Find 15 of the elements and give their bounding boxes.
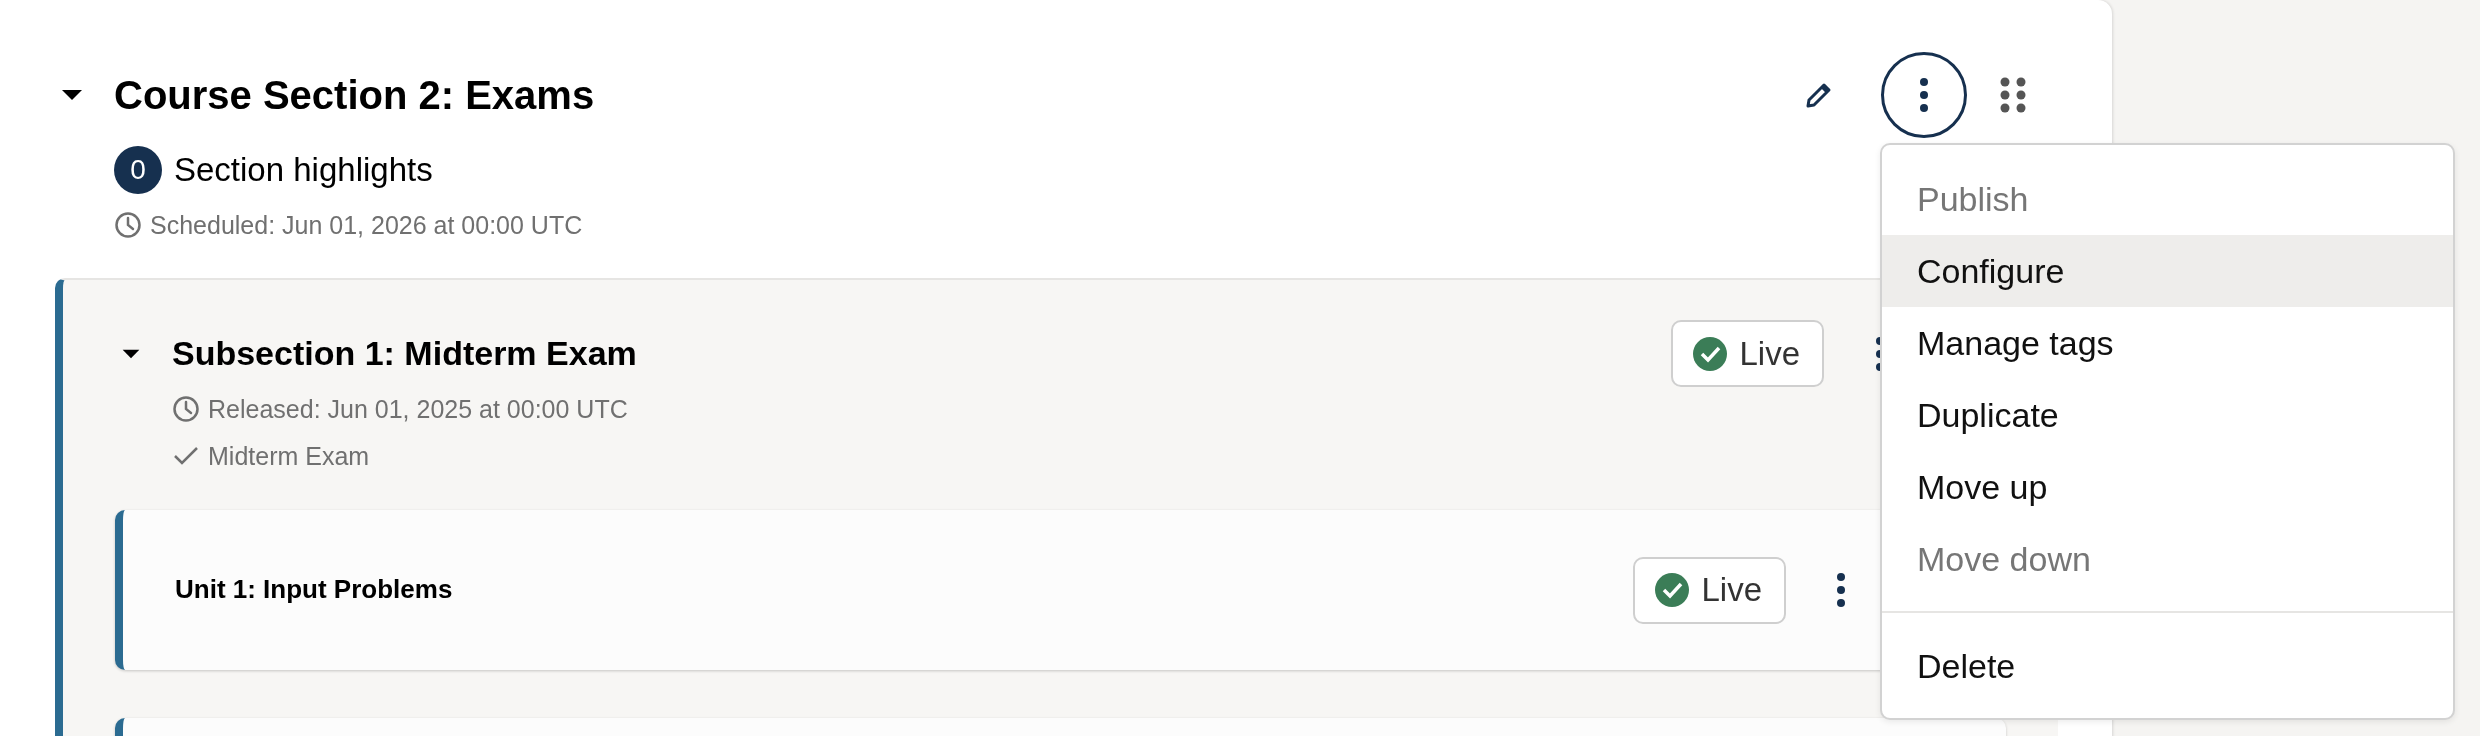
menu-item[interactable]: Move up: [1882, 451, 2453, 523]
status-badge: Live: [1633, 556, 1786, 624]
menu-item[interactable]: Configure: [1882, 235, 2453, 307]
highlights-label: Section highlights: [174, 150, 433, 191]
menu-item[interactable]: Duplicate: [1882, 379, 2453, 451]
meta-text: Midterm Exam: [208, 442, 370, 470]
menu-item[interactable]: Delete: [1882, 630, 2453, 702]
section-title: Course Section 2: Exams: [114, 72, 595, 118]
meta-text: Scheduled: Jun 01, 2026 at 00:00 UTC: [150, 211, 583, 239]
meta-text: Released: Jun 01, 2025 at 00:00 UTC: [208, 395, 628, 423]
unit-title: Unit 1: Input Problems: [175, 574, 453, 606]
subsection-title: Subsection 1: Midterm Exam: [172, 333, 637, 374]
menu-item[interactable]: Manage tags: [1882, 307, 2453, 379]
status-badge: Live: [1671, 320, 1824, 387]
count-badge[interactable]: 0: [114, 146, 162, 194]
